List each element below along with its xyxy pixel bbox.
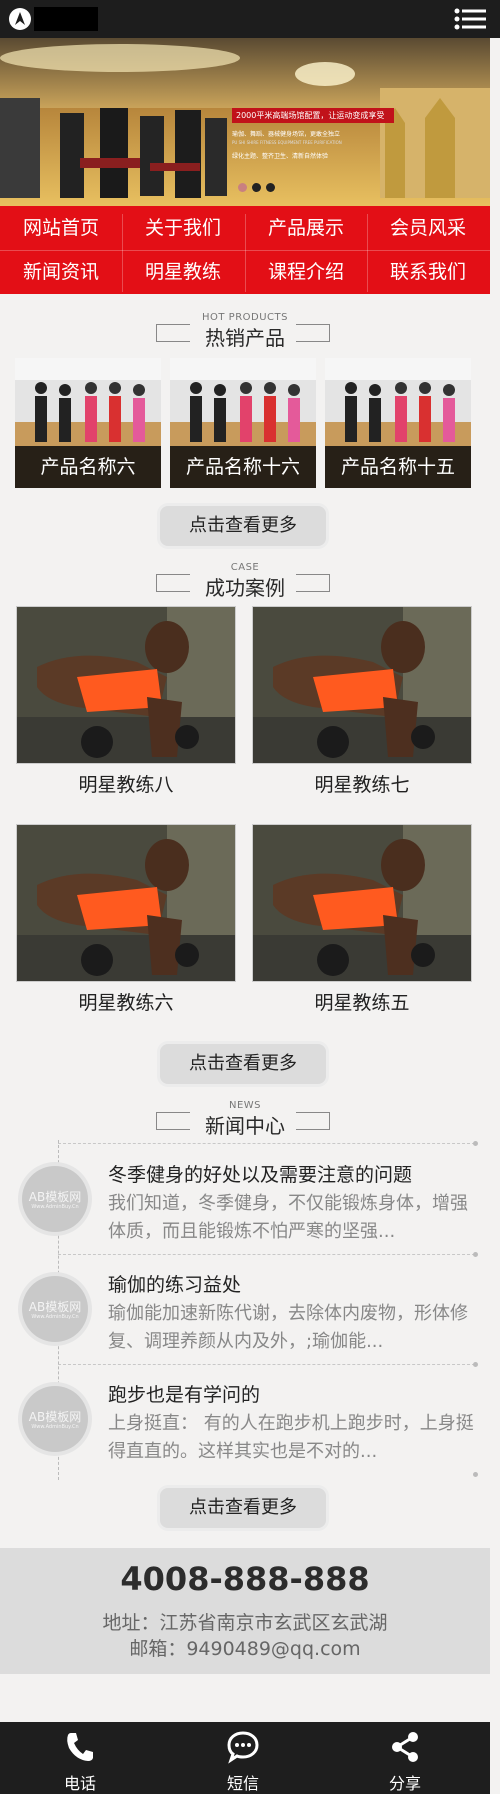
address-text: 地址：江苏省南京市玄武区玄武湖 xyxy=(102,1612,388,1634)
news-summary: 瑜伽能加速新陈代谢，去除体内废物，形体修复、调理养颜从内及外，;瑜伽能... xyxy=(108,1303,468,1352)
call-label: 电话 xyxy=(63,1774,96,1793)
product-card[interactable]: 产品名称六 xyxy=(15,358,161,488)
nav-item-contact[interactable]: 联系我们 xyxy=(367,250,489,294)
thumbnail-watermark: AB模板网 xyxy=(28,1190,82,1204)
nav-item-products[interactable]: 产品展示 xyxy=(245,206,367,250)
section-title-cn: 新闻中心 xyxy=(205,1114,285,1138)
nav-item-news[interactable]: 新闻资讯 xyxy=(0,250,122,294)
email-text: 邮箱：9490489@qq.com xyxy=(129,1638,361,1660)
products-more-button[interactable]: 点击查看更多 xyxy=(160,506,326,546)
main-nav: 网站首页 关于我们 产品展示 会员风采 新闻资讯 明星教练 课程介绍 联系我们 xyxy=(0,206,490,294)
case-name[interactable]: 明星教练八 xyxy=(16,770,236,797)
share-button[interactable]: 分享 xyxy=(355,1722,455,1794)
case-card-image[interactable] xyxy=(16,824,236,982)
news-divider xyxy=(58,1143,475,1145)
news-title[interactable]: 跑步也是有学问的 xyxy=(108,1380,260,1407)
timeline-dot xyxy=(473,1252,478,1257)
thumbnail-watermark: AB模板网 xyxy=(28,1410,82,1424)
product-card[interactable]: 产品名称十五 xyxy=(325,358,471,488)
timeline-dot xyxy=(473,1472,478,1477)
banner-caption-line: 瑜伽、舞蹈、器械健身场馆，更敢全独立 xyxy=(232,131,341,138)
thumbnail-watermark-sub: Www.AdminBuy.Cn xyxy=(31,1424,79,1430)
news-divider xyxy=(58,1254,475,1256)
carousel-dot[interactable] xyxy=(252,183,261,192)
news-divider xyxy=(58,1364,475,1366)
case-card-image[interactable] xyxy=(252,824,472,982)
section-title-cn: 热销产品 xyxy=(205,326,285,350)
cases-heading: CASE 成功案例 xyxy=(0,562,490,600)
case-card-image[interactable] xyxy=(252,606,472,764)
case-card-image[interactable] xyxy=(16,606,236,764)
carousel-dot[interactable] xyxy=(266,183,275,192)
timeline-dot xyxy=(473,1362,478,1367)
case-name[interactable]: 明星教练六 xyxy=(16,988,236,1015)
logo-text-block[interactable] xyxy=(34,7,98,31)
chat-bubble-icon xyxy=(227,1731,259,1764)
banner-caption-title: 2000平米高端场馆配置，让运动变成享受 xyxy=(232,108,394,123)
news-title[interactable]: 冬季健身的好处以及需要注意的问题 xyxy=(108,1160,412,1187)
cases-more-button[interactable]: 点击查看更多 xyxy=(160,1044,326,1084)
news-title[interactable]: 瑜伽的练习益处 xyxy=(108,1270,241,1297)
thumbnail-watermark-sub: Www.AdminBuy.Cn xyxy=(31,1314,79,1320)
nav-item-coaches[interactable]: 明星教练 xyxy=(122,250,244,294)
phone-icon xyxy=(67,1733,93,1761)
share-label: 分享 xyxy=(388,1774,421,1793)
coach-photo xyxy=(253,825,471,981)
nav-item-courses[interactable]: 课程介绍 xyxy=(245,250,367,294)
carousel-dot[interactable] xyxy=(238,183,247,192)
banner-caption-line: PU SHI SHIRE FITNESS EQUIPMENT FREE PURI… xyxy=(232,140,342,145)
call-button[interactable]: 电话 xyxy=(30,1722,130,1794)
hero-banner[interactable]: 2000平米高端场馆配置，让运动变成享受 瑜伽、舞蹈、器械健身场馆，更敢全独立 … xyxy=(0,38,490,206)
case-name[interactable]: 明星教练七 xyxy=(252,770,472,797)
nav-item-home[interactable]: 网站首页 xyxy=(0,206,122,250)
hot-products-heading: HOT PRODUCTS 热销产品 xyxy=(0,312,490,350)
product-card[interactable]: 产品名称十六 xyxy=(170,358,316,488)
sms-button[interactable]: 短信 xyxy=(193,1722,293,1794)
coach-photo xyxy=(17,607,235,763)
product-name: 产品名称十六 xyxy=(170,446,316,488)
case-name[interactable]: 明星教练五 xyxy=(252,988,472,1015)
nav-item-members[interactable]: 会员风采 xyxy=(367,206,489,250)
product-name: 产品名称六 xyxy=(15,446,161,488)
news-thumbnail[interactable]: AB模板网 Www.AdminBuy.Cn xyxy=(22,1166,88,1232)
coach-photo xyxy=(17,825,235,981)
product-name: 产品名称十五 xyxy=(325,446,471,488)
compass-logo-icon[interactable] xyxy=(8,7,32,31)
news-summary: 上身挺直： 有的人在跑步机上跑步时，上身挺得直直的。这样其实也是不对的... xyxy=(108,1413,474,1462)
hamburger-menu-icon[interactable] xyxy=(454,8,486,30)
sms-label: 短信 xyxy=(226,1774,259,1793)
news-thumbnail[interactable]: AB模板网 Www.AdminBuy.Cn xyxy=(22,1386,88,1452)
thumbnail-watermark: AB模板网 xyxy=(28,1300,82,1314)
bottom-action-bar: 电话 短信 分享 xyxy=(0,1722,490,1794)
news-more-button[interactable]: 点击查看更多 xyxy=(160,1488,326,1528)
timeline-dot xyxy=(473,1141,478,1146)
hotline-number[interactable]: 4008-888-888 xyxy=(0,1560,490,1598)
banner-caption-line: 绿化主题、整齐卫生、清新自然体验 xyxy=(232,153,329,160)
share-icon xyxy=(392,1732,418,1762)
thumbnail-watermark-sub: Www.AdminBuy.Cn xyxy=(31,1204,79,1210)
news-summary: 我们知道，冬季健身，不仅能锻炼身体，增强体质，而且能锻炼不怕严寒的坚强... xyxy=(108,1193,468,1242)
coach-photo xyxy=(253,607,471,763)
top-bar xyxy=(0,0,500,38)
news-thumbnail[interactable]: AB模板网 Www.AdminBuy.Cn xyxy=(22,1276,88,1342)
news-heading: NEWS 新闻中心 xyxy=(0,1100,490,1138)
contact-panel: 4008-888-888 地址：江苏省南京市玄武区玄武湖 邮箱：9490489@… xyxy=(0,1548,490,1674)
nav-item-about[interactable]: 关于我们 xyxy=(122,206,244,250)
section-title-cn: 成功案例 xyxy=(205,576,285,600)
